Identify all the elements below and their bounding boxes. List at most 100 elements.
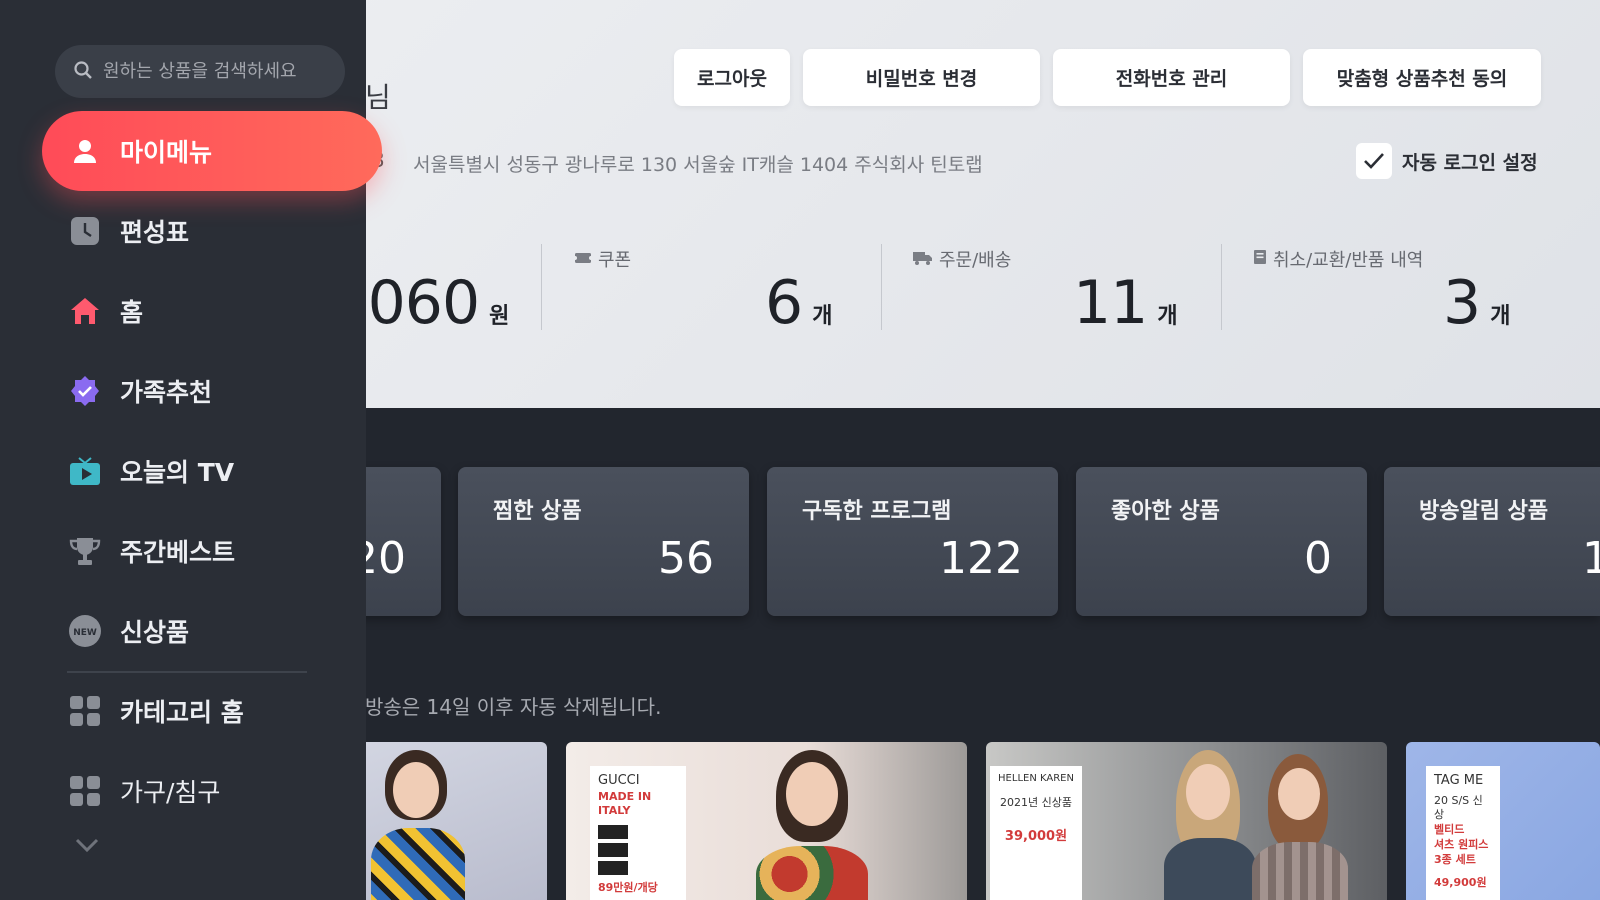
stat-divider [1221,244,1222,330]
poster-year: 2021년 신상품 [1000,795,1072,809]
stat-divider [881,244,882,330]
card-title: 좋아한 상품 [1111,499,1220,524]
returns-stat[interactable]: 3 개 [1443,268,1510,338]
sidebar-item-schedule[interactable]: 편성표 [42,191,382,271]
search-icon [73,60,93,84]
model-face [393,762,439,818]
tv-play-icon [68,454,102,488]
poster-price: 89만원/개당 [598,881,658,895]
sidebar-item-new-products[interactable]: NEW 신상품 [42,591,382,671]
sidebar-item-label: 편성표 [120,218,190,247]
coupon-value: 6 [765,268,803,338]
poster-brand: HELLEN KAREN [998,773,1074,784]
broadcast-thumbnail[interactable]: TAG ME 20 S/S 신상 벨티드 셔츠 원피스 3종 세트 49,900… [1406,742,1600,900]
coupon-stat[interactable]: 6 개 [765,268,832,338]
returns-label-text: 취소/교환/반품 내역 [1273,250,1424,271]
badge-check-icon [68,374,102,408]
person-icon [68,134,102,168]
coupon-unit: 개 [812,304,833,329]
orders-value: 11 [1073,268,1148,338]
phone-manage-button[interactable]: 전화번호 관리 [1053,49,1290,106]
auto-delete-notice: 방송은 14일 이후 자동 삭제됩니다. [365,695,662,719]
grid-icon [68,774,102,808]
subscribed-programs-card[interactable]: 구독한 프로그램 122 [767,467,1058,616]
home-icon [68,294,102,328]
sidebar-item-label: 가구/침구 [120,778,221,807]
ticket-icon [573,249,593,270]
poster-brand: GUCCI [598,773,640,788]
checkbox-icon[interactable] [1356,143,1392,179]
chevron-down-icon[interactable] [72,832,102,858]
search-bar[interactable] [55,45,345,98]
card-count: 122 [939,533,1023,584]
sidebar-item-label: 오늘의 TV [120,458,235,487]
poster-line: 셔츠 원피스 [1434,838,1489,852]
model-face [1186,764,1230,820]
model-face [786,762,838,826]
card-title: 구독한 프로그램 [802,499,952,524]
broadcast-thumbnail[interactable]: GUCCI MADE IN ITALY 89만원/개당 [566,742,967,900]
search-input[interactable] [103,61,323,82]
poster-price: 49,900원 [1434,875,1487,889]
trophy-icon [68,534,102,568]
poster-price: 39,000원 [1004,829,1068,845]
product-poster: TAG ME 20 S/S 신상 벨티드 셔츠 원피스 3종 세트 49,900… [1426,766,1500,900]
broadcast-thumbnail[interactable]: HELLEN KAREN 2021년 신상품 39,000원 [986,742,1387,900]
returns-value: 3 [1443,268,1481,338]
coupon-label: 쿠폰 [573,246,632,272]
stat-divider [541,244,542,330]
card-title: 찜한 상품 [493,499,582,524]
poster-origin: MADE IN ITALY [598,789,652,818]
orders-unit: 개 [1157,304,1178,329]
poster-line: 20 S/S 신상 [1434,793,1483,822]
clock-icon [68,214,102,248]
sidebar-item-label: 마이메뉴 [120,138,213,167]
product-poster: HELLEN KAREN 2021년 신상품 39,000원 [990,766,1082,900]
orders-stat[interactable]: 11 개 [1073,268,1178,338]
card-count: 56 [658,533,714,584]
card-count: 0 [1304,533,1332,584]
new-badge-icon: NEW [68,614,102,648]
address-text: 서울특별시 성동구 광나루로 130 서울숲 IT캐슬 1404 주식회사 틴토… [413,154,983,176]
sidebar-item-label: 홈 [120,298,144,327]
auto-login-toggle[interactable]: 자동 로그인 설정 [1356,143,1538,179]
returns-label: 취소/교환/반품 내역 [1253,246,1423,272]
sidebar-item-category-home[interactable]: 카테고리 홈 [42,671,382,751]
sidebar-item-today-tv[interactable]: 오늘의 TV [42,431,382,511]
wishlist-card[interactable]: 찜한 상품 56 [458,467,749,616]
coupon-label-text: 쿠폰 [598,250,632,271]
sidebar-item-mymenu[interactable]: 마이메뉴 [42,111,382,191]
sidebar-item-home[interactable]: 홈 [42,271,382,351]
liked-products-card[interactable]: 좋아한 상품 0 [1076,467,1367,616]
user-greeting: 님 [365,81,391,114]
grid-icon [68,694,102,728]
model-blouse [756,846,868,900]
model-dress [371,828,465,900]
card-count: 1 [1582,533,1600,584]
card-title: 방송알림 상품 [1419,499,1549,524]
sidebar-item-label: 신상품 [120,618,190,647]
sidebar-item-family-rec[interactable]: 가족추천 [42,351,382,431]
sidebar: 마이메뉴 편성표 홈 가족추천 오늘의 TV 주간베스트 NEW [0,0,382,900]
recommendation-consent-button[interactable]: 맞춤형 상품추천 동의 [1303,49,1541,106]
points-unit: 원 [489,304,510,329]
model-face [1278,768,1320,820]
poster-line: 3종 세트 [1434,852,1476,866]
model-coat [1252,842,1348,900]
sidebar-item-weekly-best[interactable]: 주간베스트 [42,511,382,591]
truck-icon [913,249,933,270]
broadcast-alert-card[interactable]: 방송알림 상품 1 [1384,467,1600,616]
model-coat [1164,838,1256,900]
orders-label-text: 주문/배송 [939,250,1012,271]
sidebar-item-label: 카테고리 홈 [120,698,244,727]
receipt-icon [1253,249,1267,270]
auto-login-label: 자동 로그인 설정 [1402,151,1538,174]
orders-label: 주문/배송 [913,246,1011,272]
svg-text:NEW: NEW [73,628,97,638]
logout-button[interactable]: 로그아웃 [674,49,790,106]
sidebar-item-furniture-bedding[interactable]: 가구/침구 [42,751,382,831]
poster-line: 벨티드 [1434,823,1465,837]
change-password-button[interactable]: 비밀번호 변경 [803,49,1040,106]
product-poster: GUCCI MADE IN ITALY 89만원/개당 [590,766,686,900]
sidebar-item-label: 주간베스트 [120,538,236,567]
